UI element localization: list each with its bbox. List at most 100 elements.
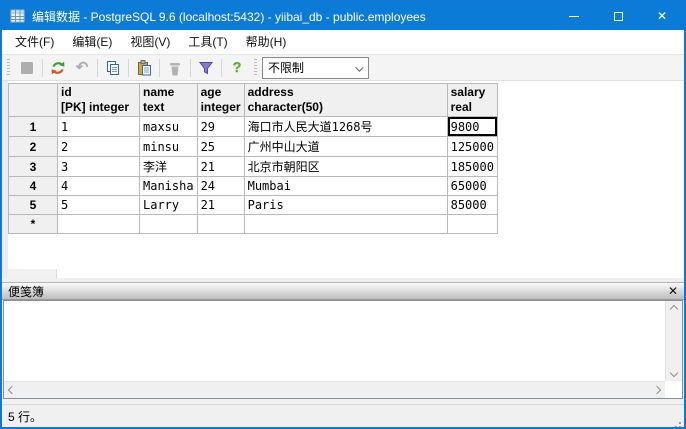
table-row: 44Manisha24Mumbai65000 — [9, 177, 498, 196]
grid-cell[interactable]: 1 — [58, 117, 140, 137]
menu-bar: 文件(F)编辑(E)视图(V)工具(T)帮助(H) — [2, 30, 684, 55]
toolbar-grip[interactable] — [7, 59, 10, 77]
scratchpad-title: 便笺簿 — [8, 283, 668, 300]
menu-item[interactable]: 编辑(E) — [63, 30, 121, 54]
scratchpad-header: 便笺簿 ✕ — [2, 283, 684, 300]
grid-header-row: id[PK] integernametextageintegeraddressc… — [9, 84, 498, 117]
undo-icon: ↶ — [76, 60, 89, 75]
toolbar-help-button[interactable]: ? — [225, 57, 249, 79]
grid-cell[interactable]: minsu — [140, 137, 198, 157]
scroll-down-icon[interactable] — [670, 369, 678, 377]
resize-grip-icon[interactable] — [679, 422, 681, 424]
maximize-icon — [614, 12, 623, 21]
row-limit-combobox[interactable]: 不限制 — [262, 57, 369, 79]
grid-cell[interactable]: 北京市朝阳区 — [244, 157, 447, 177]
grid-cell[interactable] — [447, 215, 497, 234]
grid-cell[interactable]: 21 — [197, 196, 244, 215]
menu-item[interactable]: 视图(V) — [121, 30, 179, 54]
minimize-icon — [569, 16, 579, 17]
grid-cell[interactable]: 85000 — [447, 196, 497, 215]
grid-cell[interactable]: 海口市人民大道1268号 — [244, 117, 447, 137]
grid-cell[interactable]: 24 — [197, 177, 244, 196]
grid-cell[interactable]: 2 — [58, 137, 140, 157]
row-number[interactable]: 1 — [9, 117, 58, 137]
chevron-down-icon — [355, 63, 363, 71]
trash-icon — [167, 60, 183, 76]
toolbar-separator — [190, 59, 191, 77]
new-row: * — [9, 215, 498, 234]
toolbar-grip[interactable] — [254, 59, 257, 77]
grid-cell[interactable] — [58, 215, 140, 234]
status-bar: 5 行。 — [2, 404, 684, 427]
toolbar-copy-button[interactable] — [101, 57, 125, 79]
toolbar-undo-button[interactable]: ↶ — [70, 57, 94, 79]
grid-corner-cell[interactable] — [9, 84, 58, 117]
grid-cell[interactable]: Paris — [244, 196, 447, 215]
vertical-scrollbar[interactable] — [665, 301, 682, 381]
row-number[interactable]: 5 — [9, 196, 58, 215]
column-header-name[interactable]: nametext — [140, 84, 198, 117]
grid-cell[interactable]: 29 — [197, 117, 244, 137]
close-button[interactable]: ✕ — [640, 2, 684, 30]
grid-cell[interactable]: 广州中山大道 — [244, 137, 447, 157]
floppy-save-icon — [19, 60, 35, 76]
minimize-button[interactable] — [552, 2, 596, 30]
grid-cell[interactable] — [140, 215, 198, 234]
table-row: 11maxsu29海口市人民大道1268号9800 — [9, 117, 498, 137]
row-number[interactable]: 2 — [9, 137, 58, 157]
grid-cell[interactable]: 21 — [197, 157, 244, 177]
grid-cell[interactable]: 65000 — [447, 177, 497, 196]
grid-cell[interactable]: Mumbai — [244, 177, 447, 196]
grid-cell[interactable]: 3 — [58, 157, 140, 177]
row-count-status: 5 行。 — [8, 408, 42, 425]
grid-cell[interactable]: 李洋 — [140, 157, 198, 177]
column-header-age[interactable]: ageinteger — [197, 84, 244, 117]
grid-cell[interactable]: 185000 — [447, 157, 497, 177]
menu-item[interactable]: 文件(F) — [6, 30, 63, 54]
grid-cell[interactable]: 125000 — [447, 137, 497, 157]
grid-cell[interactable] — [197, 215, 244, 234]
scroll-up-icon[interactable] — [670, 305, 678, 313]
toolbar-filter-button[interactable] — [194, 57, 218, 79]
new-row-marker[interactable]: * — [9, 215, 58, 234]
toolbar-separator — [42, 59, 43, 77]
scratchpad-close-icon[interactable]: ✕ — [668, 285, 678, 297]
refresh-icon — [50, 60, 66, 76]
row-number[interactable]: 4 — [9, 177, 58, 196]
grid-cell[interactable]: 5 — [58, 196, 140, 215]
scroll-right-icon[interactable] — [653, 386, 661, 394]
grid-cell[interactable]: Manisha — [140, 177, 198, 196]
data-grid-region: id[PK] integernametextageintegeraddressc… — [2, 81, 684, 278]
grid-cell[interactable]: 25 — [197, 137, 244, 157]
window-controls: ✕ — [552, 2, 684, 30]
paste-icon — [136, 60, 152, 76]
table-row: 55Larry21Paris85000 — [9, 196, 498, 215]
grid-cell-selected[interactable]: 9800 — [447, 117, 497, 137]
column-header-salary[interactable]: salaryreal — [447, 84, 497, 117]
grid-cell[interactable]: Larry — [140, 196, 198, 215]
grid-cell[interactable] — [244, 215, 447, 234]
column-header-id[interactable]: id[PK] integer — [58, 84, 140, 117]
table-row: 33李洋21北京市朝阳区185000 — [9, 157, 498, 177]
toolbar-save-button[interactable] — [15, 57, 39, 79]
table-row: 22minsu25广州中山大道125000 — [9, 137, 498, 157]
funnel-filter-icon — [198, 60, 214, 76]
copy-icon — [105, 60, 121, 76]
title-bar: 编辑数据 - PostgreSQL 9.6 (localhost:5432) -… — [2, 2, 684, 30]
scroll-left-icon[interactable] — [8, 386, 16, 394]
toolbar: ↶ — [2, 55, 684, 81]
horizontal-scrollbar[interactable] — [4, 381, 665, 398]
grid-cell[interactable]: maxsu — [140, 117, 198, 137]
menu-item[interactable]: 帮助(H) — [237, 30, 296, 54]
grid-cell[interactable]: 4 — [58, 177, 140, 196]
close-icon: ✕ — [657, 10, 667, 22]
menu-item[interactable]: 工具(T) — [179, 30, 236, 54]
toolbar-delete-button[interactable] — [163, 57, 187, 79]
question-help-icon: ? — [232, 60, 241, 75]
column-header-address[interactable]: addresscharacter(50) — [244, 84, 447, 117]
row-number[interactable]: 3 — [9, 157, 58, 177]
toolbar-paste-button[interactable] — [132, 57, 156, 79]
scratchpad-textarea[interactable] — [3, 300, 683, 399]
maximize-button[interactable] — [596, 2, 640, 30]
toolbar-refresh-button[interactable] — [46, 57, 70, 79]
